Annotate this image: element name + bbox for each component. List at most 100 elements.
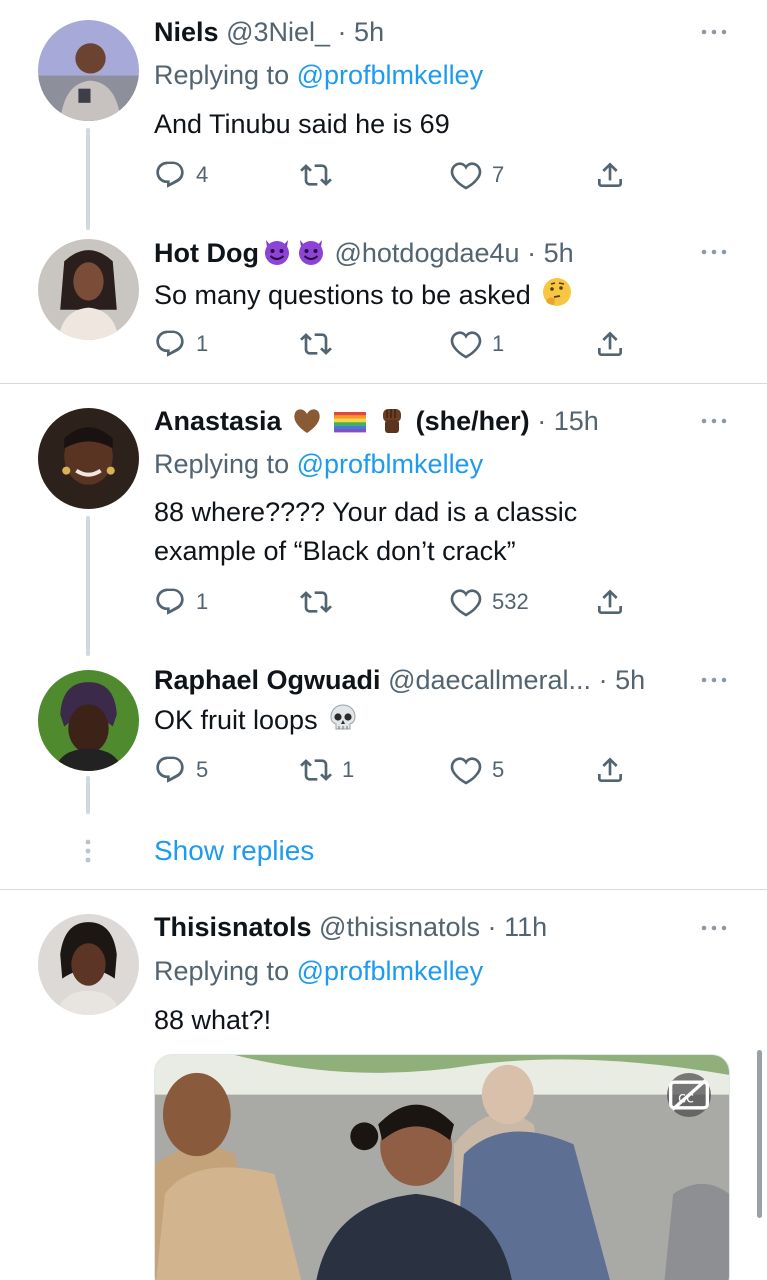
separator-dot: · bbox=[487, 912, 497, 942]
tweet-anastasia[interactable]: Anastasia (she/her) · 15h Replying to @p… bbox=[0, 384, 767, 656]
heart-icon bbox=[450, 754, 482, 786]
mention-link[interactable]: @profblmkelley bbox=[297, 956, 483, 986]
avatar[interactable] bbox=[38, 239, 139, 340]
display-name[interactable]: Hot Dog bbox=[154, 238, 259, 268]
share-button[interactable] bbox=[594, 753, 626, 787]
reply-button[interactable]: 5 bbox=[154, 753, 208, 787]
thread-line bbox=[86, 128, 90, 230]
reply-count: 1 bbox=[196, 589, 209, 614]
tweet-header: Raphael Ogwuadi @daecallmeral... · 5h bbox=[154, 663, 697, 697]
thread-line bbox=[86, 516, 90, 656]
replying-to-label: Replying to bbox=[154, 60, 290, 90]
retweet-icon bbox=[300, 159, 332, 191]
more-replies-dots bbox=[85, 839, 91, 863]
retweet-button[interactable] bbox=[300, 327, 342, 361]
tweet-video[interactable]: cc bbox=[154, 1054, 730, 1280]
reply-count: 4 bbox=[196, 162, 209, 187]
like-count: 7 bbox=[492, 162, 505, 187]
tweet-actions: 1 1 bbox=[154, 327, 634, 361]
avatar[interactable] bbox=[38, 408, 139, 509]
timestamp[interactable]: 11h bbox=[504, 912, 547, 942]
tweet-niels[interactable]: Niels @3Niel_ · 5h Replying to @profblmk… bbox=[0, 0, 767, 230]
reply-icon bbox=[154, 754, 186, 786]
replying-to-label: Replying to bbox=[154, 956, 290, 986]
reply-button[interactable]: 1 bbox=[154, 585, 208, 619]
video-thumbnail bbox=[155, 1055, 729, 1280]
display-name[interactable]: Raphael Ogwuadi bbox=[154, 665, 381, 695]
display-name[interactable]: Anastasia bbox=[154, 406, 282, 436]
display-name[interactable]: Thisisnatols bbox=[154, 912, 312, 942]
tweet-hot-dog[interactable]: Hot Dog @hotdogdae4u · 5h So many questi… bbox=[0, 230, 767, 382]
like-button[interactable]: 7 bbox=[450, 158, 504, 192]
closed-captions-icon[interactable]: cc bbox=[667, 1073, 711, 1117]
reply-button[interactable]: 4 bbox=[154, 158, 208, 192]
like-button[interactable]: 532 bbox=[450, 585, 529, 619]
reply-count: 5 bbox=[196, 757, 209, 782]
skull-emoji bbox=[327, 702, 359, 745]
avatar[interactable] bbox=[38, 914, 139, 1015]
avatar[interactable] bbox=[38, 670, 139, 771]
brown-heart-emoji bbox=[291, 405, 323, 443]
mention-link[interactable]: @profblmkelley bbox=[297, 60, 483, 90]
separator-dot: · bbox=[537, 406, 547, 436]
tweet-text: So many questions to be asked bbox=[154, 275, 707, 320]
pronouns: (she/her) bbox=[415, 406, 530, 436]
share-icon bbox=[594, 328, 626, 360]
reply-button[interactable]: 1 bbox=[154, 327, 208, 361]
tweet-text: OK fruit loops bbox=[154, 701, 707, 745]
like-button[interactable]: 5 bbox=[450, 753, 504, 787]
more-icon[interactable] bbox=[699, 242, 729, 262]
tweet-raphael-ogwuadi[interactable]: Raphael Ogwuadi @daecallmeral... · 5h OK… bbox=[0, 656, 767, 816]
retweet-button[interactable]: 1 bbox=[300, 753, 354, 787]
retweet-count: 1 bbox=[342, 757, 355, 782]
tweet-header: Niels @3Niel_ · 5h bbox=[154, 15, 697, 49]
retweet-button[interactable] bbox=[300, 585, 342, 619]
retweet-icon bbox=[300, 328, 332, 360]
share-icon bbox=[594, 754, 626, 786]
share-button[interactable] bbox=[594, 158, 626, 192]
like-count: 5 bbox=[492, 757, 505, 782]
timestamp[interactable]: 15h bbox=[554, 406, 599, 436]
reply-icon bbox=[154, 586, 186, 618]
timestamp[interactable]: 5h bbox=[544, 238, 574, 268]
heart-icon bbox=[450, 328, 482, 360]
reply-icon bbox=[154, 159, 186, 191]
display-name[interactable]: Niels bbox=[154, 17, 219, 47]
thread-line bbox=[86, 776, 90, 814]
tweet-actions: 4 7 bbox=[154, 158, 634, 192]
tweet-text: 88 what?! bbox=[154, 1005, 272, 1035]
show-replies-link[interactable]: Show replies bbox=[154, 834, 314, 868]
tweet-text-content: OK fruit loops bbox=[154, 705, 318, 735]
mention-link[interactable]: @profblmkelley bbox=[297, 449, 483, 479]
share-icon bbox=[594, 586, 626, 618]
timestamp[interactable]: 5h bbox=[354, 17, 384, 47]
like-count: 532 bbox=[492, 589, 529, 614]
user-handle[interactable]: @3Niel_ bbox=[226, 17, 330, 47]
replying-to: Replying to @profblmkelley bbox=[154, 954, 483, 988]
tweet-text: 88 where???? Your dad is a classic examp… bbox=[154, 493, 707, 571]
more-icon[interactable] bbox=[699, 670, 729, 690]
tweet-header: Thisisnatols @thisisnatols · 11h bbox=[154, 910, 697, 944]
share-button[interactable] bbox=[594, 327, 626, 361]
tweet-actions: 5 1 5 bbox=[154, 753, 634, 787]
user-handle[interactable]: @hotdogdae4u bbox=[334, 238, 519, 268]
thinking-face-emoji bbox=[540, 275, 574, 320]
scrollbar[interactable] bbox=[757, 1050, 762, 1218]
heart-icon bbox=[450, 159, 482, 191]
reply-count: 1 bbox=[196, 331, 209, 356]
user-handle[interactable]: @daecallmeral... bbox=[388, 665, 591, 695]
share-button[interactable] bbox=[594, 585, 626, 619]
devil-emoji bbox=[295, 235, 327, 275]
more-icon[interactable] bbox=[699, 918, 729, 938]
avatar[interactable] bbox=[38, 20, 139, 121]
like-button[interactable]: 1 bbox=[450, 327, 504, 361]
timestamp[interactable]: 5h bbox=[615, 665, 645, 695]
tweet-text-line: example of “Black don’t crack” bbox=[154, 536, 516, 566]
tweet-header: Anastasia (she/her) · 15h bbox=[154, 403, 697, 443]
replying-to-label: Replying to bbox=[154, 449, 290, 479]
retweet-button[interactable] bbox=[300, 158, 342, 192]
user-handle[interactable]: @thisisnatols bbox=[319, 912, 480, 942]
more-icon[interactable] bbox=[699, 411, 729, 431]
more-icon[interactable] bbox=[699, 22, 729, 42]
tweet-actions: 1 532 bbox=[154, 585, 634, 619]
